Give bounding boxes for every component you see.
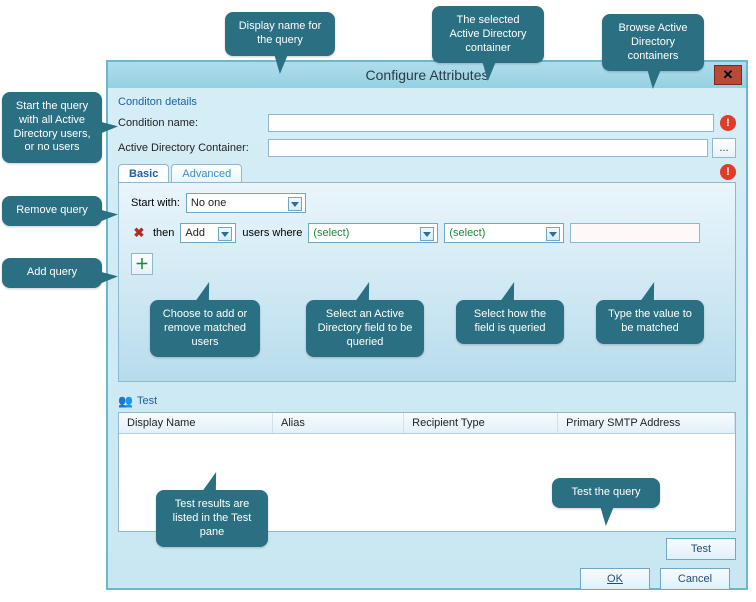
condition-name-label: Condition name: bbox=[118, 117, 268, 129]
callout-select-how: Select how the field is queried bbox=[456, 300, 564, 344]
tab-advanced[interactable]: Advanced bbox=[171, 164, 242, 182]
then-label: then bbox=[153, 227, 174, 239]
col-recipient-type[interactable]: Recipient Type bbox=[404, 413, 558, 433]
browse-ad-button[interactable]: ... bbox=[712, 138, 736, 158]
start-with-label: Start with: bbox=[131, 197, 180, 209]
window-title: Configure Attributes bbox=[366, 67, 489, 83]
callout-remove-query: Remove query bbox=[2, 196, 102, 226]
callout-type-value: Type the value to be matched bbox=[596, 300, 704, 344]
condition-name-input[interactable] bbox=[268, 114, 714, 132]
start-with-select[interactable]: No one bbox=[186, 193, 306, 213]
cancel-button-label: Cancel bbox=[678, 573, 712, 585]
add-query-row: ＋ bbox=[131, 253, 723, 275]
start-with-row: Start with: No one bbox=[131, 193, 723, 213]
match-value-input[interactable] bbox=[570, 223, 700, 243]
add-query-button[interactable]: ＋ bbox=[131, 253, 153, 275]
test-label-text: Test bbox=[137, 395, 157, 407]
chevron-down-icon bbox=[546, 227, 560, 241]
col-display-name[interactable]: Display Name bbox=[119, 413, 273, 433]
people-icon: 👥 bbox=[118, 394, 133, 408]
condition-details-label: Conditon details bbox=[118, 96, 736, 108]
chevron-down-icon bbox=[218, 227, 232, 241]
tab-basic-label: Basic bbox=[129, 168, 158, 180]
chevron-down-icon bbox=[288, 197, 302, 211]
users-where-label: users where bbox=[242, 227, 302, 239]
ad-container-label: Active Directory Container: bbox=[118, 142, 268, 154]
operator-select[interactable]: (select) bbox=[444, 223, 564, 243]
callout-selected-adc: The selected Active Directory container bbox=[432, 6, 544, 63]
col-alias[interactable]: Alias bbox=[273, 413, 404, 433]
callout-start-query: Start the query with all Active Director… bbox=[2, 92, 102, 163]
test-button[interactable]: Test bbox=[666, 538, 736, 560]
tabs: Basic Advanced ! bbox=[118, 164, 736, 182]
chevron-down-icon bbox=[420, 227, 434, 241]
operator-value: (select) bbox=[449, 227, 503, 239]
field-select[interactable]: (select) bbox=[308, 223, 438, 243]
condition-name-row: Condition name: ! bbox=[118, 114, 736, 132]
field-value: (select) bbox=[313, 227, 367, 239]
ellipsis-icon: ... bbox=[719, 142, 728, 154]
dialog-footer: OK Cancel bbox=[118, 560, 736, 594]
tab-error-icon: ! bbox=[720, 164, 736, 180]
tab-advanced-label: Advanced bbox=[182, 168, 231, 180]
test-button-label: Test bbox=[691, 543, 711, 555]
ok-button[interactable]: OK bbox=[580, 568, 650, 590]
then-row: ✖ then Add users where (select) (select) bbox=[131, 223, 723, 243]
ad-container-input[interactable] bbox=[268, 139, 708, 157]
callout-test-query: Test the query bbox=[552, 478, 660, 508]
test-section-label: 👥 Test bbox=[118, 394, 736, 408]
callout-test-results: Test results are listed in the Test pane bbox=[156, 490, 268, 547]
error-icon: ! bbox=[720, 115, 736, 131]
ad-container-row: Active Directory Container: ... bbox=[118, 138, 736, 158]
callout-display-name: Display name for the query bbox=[225, 12, 335, 56]
action-select[interactable]: Add bbox=[180, 223, 236, 243]
callout-select-field: Select an Active Directory field to be q… bbox=[306, 300, 424, 357]
action-value: Add bbox=[185, 227, 223, 239]
callout-browse-adc: Browse Active Directory containers bbox=[602, 14, 704, 71]
close-icon: ✕ bbox=[723, 67, 734, 83]
grid-header: Display Name Alias Recipient Type Primar… bbox=[119, 413, 735, 434]
cancel-button[interactable]: Cancel bbox=[660, 568, 730, 590]
remove-query-button[interactable]: ✖ bbox=[131, 225, 147, 241]
tab-basic[interactable]: Basic bbox=[118, 164, 169, 182]
start-with-value: No one bbox=[191, 197, 244, 209]
col-smtp[interactable]: Primary SMTP Address bbox=[558, 413, 735, 433]
callout-choose-add-remove: Choose to add or remove matched users bbox=[150, 300, 260, 357]
ok-button-label: OK bbox=[607, 573, 623, 585]
callout-add-query: Add query bbox=[2, 258, 102, 288]
close-button[interactable]: ✕ bbox=[714, 65, 742, 85]
